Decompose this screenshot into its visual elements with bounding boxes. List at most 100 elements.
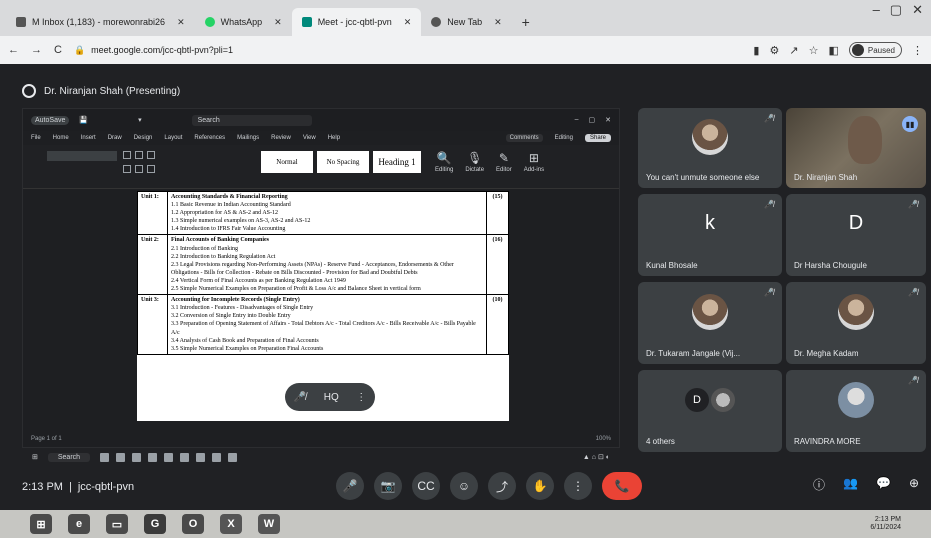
word-icon[interactable]: W xyxy=(258,514,280,534)
participant-tile-others[interactable]: D 4 others xyxy=(638,370,782,452)
people-button[interactable]: 👥 xyxy=(843,476,858,493)
style-heading-1[interactable]: Heading 1 xyxy=(373,151,421,173)
unit-title: Accounting for Incomplete Records (Singl… xyxy=(171,297,300,304)
opera-icon[interactable]: O xyxy=(182,514,204,534)
word-share-button[interactable]: Share xyxy=(584,134,611,142)
participant-tile[interactable]: 🎤̸ Dr. Tukaram Jangale (Vij... xyxy=(638,282,782,364)
participant-name: RAVINDRA MORE xyxy=(794,437,861,446)
word-menu-bar: File Home Insert Draw Design Layout Refe… xyxy=(23,131,619,145)
bullets-icon[interactable] xyxy=(123,151,131,159)
minimize-icon[interactable]: – xyxy=(873,2,880,18)
style-normal[interactable]: Normal xyxy=(261,151,313,173)
hq-toggle[interactable]: HQ xyxy=(324,392,339,403)
sidepanel-icon[interactable]: ◧ xyxy=(828,44,838,57)
reload-icon[interactable]: C xyxy=(54,44,62,56)
share-icon[interactable]: ↗ xyxy=(789,44,798,57)
menu-mailings[interactable]: Mailings xyxy=(237,135,259,141)
close-icon[interactable]: ✕ xyxy=(494,17,502,28)
menu-references[interactable]: References xyxy=(194,135,225,141)
participant-tile[interactable]: 🎤̸ RAVINDRA MORE xyxy=(786,370,926,452)
maximize-icon[interactable]: ▢ xyxy=(890,2,902,18)
participant-tile[interactable]: k 🎤̸ Kunal Bhosale xyxy=(638,194,782,276)
editor-tool[interactable]: ✎ Editor xyxy=(496,151,512,173)
file-explorer-icon[interactable]: ▭ xyxy=(106,514,128,534)
align-center-icon[interactable] xyxy=(135,165,143,173)
participant-name: Dr. Niranjan Shah xyxy=(794,173,858,182)
lock-icon[interactable]: 🔒 xyxy=(74,45,85,56)
close-icon[interactable]: ✕ xyxy=(605,116,611,124)
meeting-details-button[interactable]: ⓘ xyxy=(813,476,825,493)
align-left-icon[interactable] xyxy=(123,165,131,173)
topic-line: 1.2 Appropriation for AS & AS-2 and AS-1… xyxy=(171,210,279,217)
menu-file[interactable]: File xyxy=(31,135,41,141)
menu-insert[interactable]: Insert xyxy=(81,135,96,141)
captions-button[interactable]: CC xyxy=(412,472,440,500)
chrome-icon[interactable]: G xyxy=(144,514,166,534)
participant-tile[interactable]: 🎤̸ You can't unmute someone else xyxy=(638,108,782,188)
tab-gmail[interactable]: M Inbox (1,183) - morewonrabi26 ✕ xyxy=(6,8,195,36)
meet-controls-bar: 2:13 PM | jcc-qbtl-pvn 🎤 📷 CC ☺ ⤴ ✋ ⋮ 📞 ⓘ 👥 💬 ⊕ xyxy=(0,464,931,510)
menu-design[interactable]: Design xyxy=(134,135,153,141)
maximize-icon[interactable]: ▢ xyxy=(589,116,596,124)
new-tab-button[interactable]: + xyxy=(512,8,540,36)
menu-home[interactable]: Home xyxy=(53,135,69,141)
emoji-button[interactable]: ☺ xyxy=(450,472,478,500)
activities-button[interactable]: ⊕ xyxy=(909,476,919,493)
profile-paused-button[interactable]: Paused xyxy=(848,42,902,58)
tab-whatsapp[interactable]: WhatsApp ✕ xyxy=(195,8,292,36)
tab-meet[interactable]: Meet - jcc-qbtl-pvn ✕ xyxy=(291,8,422,36)
window-close-icon[interactable]: ✕ xyxy=(912,2,923,18)
present-button[interactable]: ⤴ xyxy=(488,472,516,500)
close-icon[interactable]: ✕ xyxy=(404,17,412,28)
style-no-spacing[interactable]: No Spacing xyxy=(317,151,369,173)
more-vert-icon[interactable]: ⋮ xyxy=(356,392,366,403)
editing-mode-button[interactable]: Editing xyxy=(555,135,573,141)
system-clock[interactable]: 2:13 PM 6/11/2024 xyxy=(870,516,901,533)
menu-layout[interactable]: Layout xyxy=(164,135,182,141)
leave-call-button[interactable]: 📞 xyxy=(602,472,642,500)
save-icon[interactable]: 💾 xyxy=(79,116,88,124)
forward-icon[interactable]: → xyxy=(31,44,42,56)
cast-icon[interactable]: ▮ xyxy=(753,44,759,57)
translate-icon[interactable]: ⚙ xyxy=(769,44,779,57)
word-search-input[interactable]: Search xyxy=(191,114,312,126)
more-options-button[interactable]: ⋮ xyxy=(564,472,592,500)
windows-start-icon[interactable]: ⊞ xyxy=(30,514,52,534)
autosave-toggle[interactable]: AutoSave xyxy=(31,115,70,125)
comments-button[interactable]: Comments xyxy=(505,134,543,142)
bookmark-star-icon[interactable]: ☆ xyxy=(809,44,819,57)
close-icon[interactable]: ✕ xyxy=(274,17,282,28)
edge-icon[interactable]: e xyxy=(68,514,90,534)
menu-view[interactable]: View xyxy=(303,135,316,141)
more-menu-icon[interactable]: ⋮ xyxy=(912,44,923,57)
minimize-icon[interactable]: – xyxy=(575,116,579,124)
browser-toolbar: ▮ ⚙ ↗ ☆ ◧ Paused ⋮ xyxy=(753,42,923,58)
dictate-tool[interactable]: 🎙 Dictate xyxy=(465,151,484,173)
addins-tool[interactable]: ⊞ Add-ins xyxy=(524,151,544,173)
zoom-level[interactable]: 100% xyxy=(596,436,611,442)
menu-help[interactable]: Help xyxy=(328,135,340,141)
menu-review[interactable]: Review xyxy=(271,135,291,141)
mic-off-icon[interactable]: 🎤̸ xyxy=(294,392,306,403)
tab-new-tab[interactable]: New Tab ✕ xyxy=(421,8,511,36)
participant-tile[interactable]: 🎤̸ Dr. Megha Kadam xyxy=(786,282,926,364)
numbering-icon[interactable] xyxy=(135,151,143,159)
back-icon[interactable]: ← xyxy=(8,44,19,56)
others-avatars: D xyxy=(685,387,735,412)
raise-hand-button[interactable]: ✋ xyxy=(526,472,554,500)
excel-icon[interactable]: X xyxy=(220,514,242,534)
menu-draw[interactable]: Draw xyxy=(108,135,122,141)
mic-button[interactable]: 🎤 xyxy=(336,472,364,500)
unit-cell: Unit 1: xyxy=(137,191,168,236)
font-name-box[interactable] xyxy=(47,151,117,161)
editing-tool[interactable]: 🔍 Editing xyxy=(435,151,453,173)
participant-tile[interactable]: D 🎤̸ Dr Harsha Chougule xyxy=(786,194,926,276)
indent-icon[interactable] xyxy=(147,151,155,159)
content-cell: Final Accounts of Banking Companies 2.1 I… xyxy=(167,234,487,296)
align-right-icon[interactable] xyxy=(147,165,155,173)
url-field[interactable]: 🔒 meet.google.com/jcc-qbtl-pvn?pli=1 xyxy=(74,45,741,56)
participant-tile-speaker[interactable]: ▮▮ Dr. Niranjan Shah xyxy=(786,108,926,188)
camera-button[interactable]: 📷 xyxy=(374,472,402,500)
chat-button[interactable]: 💬 xyxy=(876,476,891,493)
close-icon[interactable]: ✕ xyxy=(177,17,185,28)
